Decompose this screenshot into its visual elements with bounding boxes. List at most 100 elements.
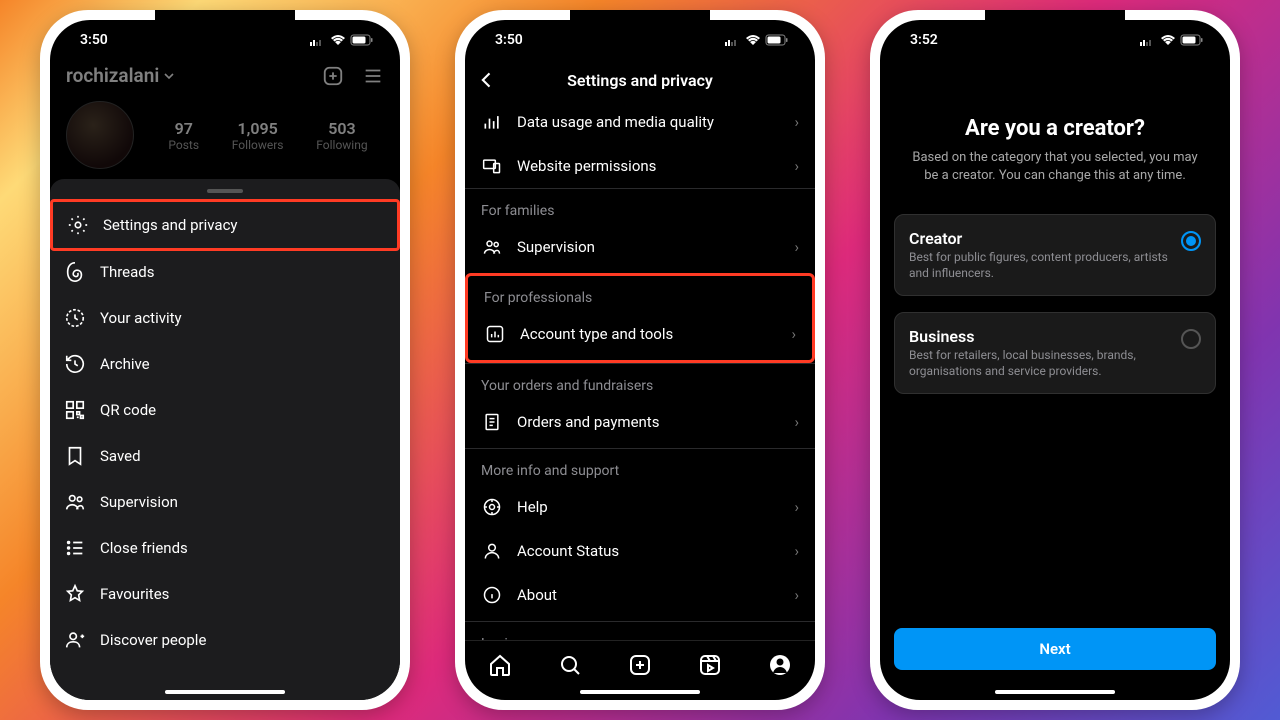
chart-box-icon [484,323,506,345]
status-indicators [1140,34,1204,46]
bars-icon [481,111,503,133]
menu-label: Threads [100,263,154,281]
status-time: 3:52 [910,32,938,48]
qr-icon [64,399,86,421]
option-title: Business [909,327,1169,346]
status-indicators [725,34,789,46]
row-about[interactable]: About › [465,573,815,617]
menu-favourites[interactable]: Favourites [50,571,400,617]
settings-list[interactable]: Data usage and media quality › Website p… [465,100,815,640]
home-indicator[interactable] [995,690,1115,694]
option-creator[interactable]: Creator Best for public figures, content… [894,214,1216,296]
stat-followers[interactable]: 1,095 Followers [232,119,284,152]
wifi-icon [1160,34,1176,46]
hamburger-icon[interactable] [362,65,384,87]
page-subtitle: Based on the category that you selected,… [904,149,1206,184]
menu-label: Discover people [100,631,206,649]
stat-following[interactable]: 503 Following [316,119,367,152]
page-title: Settings and privacy [477,71,803,90]
menu-label: Archive [100,355,150,373]
battery-icon [350,34,374,46]
menu-label: Settings and privacy [103,216,238,234]
section-orders: Your orders and fundraisers [465,364,815,400]
sheet-grabber[interactable] [207,189,243,193]
menu-threads[interactable]: Threads [50,249,400,295]
menu-settings-privacy[interactable]: Settings and privacy [50,199,400,251]
receipt-icon [481,411,503,433]
menu-supervision[interactable]: Supervision [50,479,400,525]
menu-archive[interactable]: Archive [50,341,400,387]
help-icon [481,496,503,518]
info-icon [481,584,503,606]
username-dropdown[interactable]: rochizalani [66,64,175,87]
menu-label: Your activity [100,309,182,327]
devices-icon [481,155,503,177]
row-orders[interactable]: Orders and payments › [465,400,815,444]
profile-header: rochizalani [50,60,400,93]
menu-label: Supervision [100,493,178,511]
status-indicators [310,34,374,46]
chevron-right-icon: › [794,238,799,256]
phone-frame-3: 3:52 Are you a creator? Based on the cat… [870,10,1240,710]
phone-frame-2: 3:50 Settings and privacy Data usage and… [455,10,825,710]
option-desc: Best for retailers, local businesses, br… [909,348,1169,379]
home-indicator[interactable] [165,690,285,694]
menu-discover[interactable]: Discover people [50,617,400,663]
row-data-usage[interactable]: Data usage and media quality › [465,100,815,144]
phone-frame-1: 3:50 rochizalani 97 Posts [40,10,410,710]
person-icon [481,540,503,562]
wifi-icon [330,34,346,46]
radio-selected[interactable] [1181,231,1201,251]
tab-bar [465,640,815,688]
list-icon [64,537,86,559]
search-icon[interactable] [558,653,582,677]
home-icon[interactable] [488,653,512,677]
row-account-type[interactable]: Account type and tools › [468,312,812,356]
avatar[interactable] [66,101,134,169]
radio-unselected[interactable] [1181,329,1201,349]
row-help[interactable]: Help › [465,485,815,529]
person-plus-icon [64,629,86,651]
chevron-right-icon: › [791,325,796,343]
dual-sim-icon [310,35,326,46]
create-icon[interactable] [628,653,652,677]
row-account-status[interactable]: Account Status › [465,529,815,573]
nav-header: Settings and privacy [465,60,815,100]
menu-activity[interactable]: Your activity [50,295,400,341]
status-time: 3:50 [495,32,523,48]
menu-close-friends[interactable]: Close friends [50,525,400,571]
section-families: For families [465,189,815,225]
stat-posts[interactable]: 97 Posts [168,119,199,152]
reels-icon[interactable] [698,653,722,677]
option-business[interactable]: Business Best for retailers, local busin… [894,312,1216,394]
gear-icon [67,214,89,236]
chevron-right-icon: › [794,542,799,560]
menu-label: Favourites [100,585,169,603]
supervision-icon [64,491,86,513]
profile-tab-icon[interactable] [768,653,792,677]
next-button[interactable]: Next [894,628,1216,670]
option-desc: Best for public figures, content produce… [909,250,1169,281]
chevron-right-icon: › [794,157,799,175]
chevron-down-icon [163,70,175,82]
chevron-right-icon: › [794,498,799,516]
row-website[interactable]: Website permissions › [465,144,815,188]
home-indicator[interactable] [580,690,700,694]
bookmark-icon [64,445,86,467]
menu-qr[interactable]: QR code [50,387,400,433]
row-supervision[interactable]: Supervision › [465,225,815,269]
activity-icon [64,307,86,329]
status-time: 3:50 [80,32,108,48]
create-icon[interactable] [322,65,344,87]
menu-saved[interactable]: Saved [50,433,400,479]
menu-label: Close friends [100,539,188,557]
dual-sim-icon [1140,35,1156,46]
chevron-right-icon: › [794,113,799,131]
menu-label: QR code [100,401,156,419]
chevron-right-icon: › [794,586,799,604]
battery-icon [1180,34,1204,46]
supervision-icon [481,236,503,258]
chevron-right-icon: › [794,413,799,431]
section-login: Login [465,622,815,640]
section-professionals: For professionals [468,276,812,312]
